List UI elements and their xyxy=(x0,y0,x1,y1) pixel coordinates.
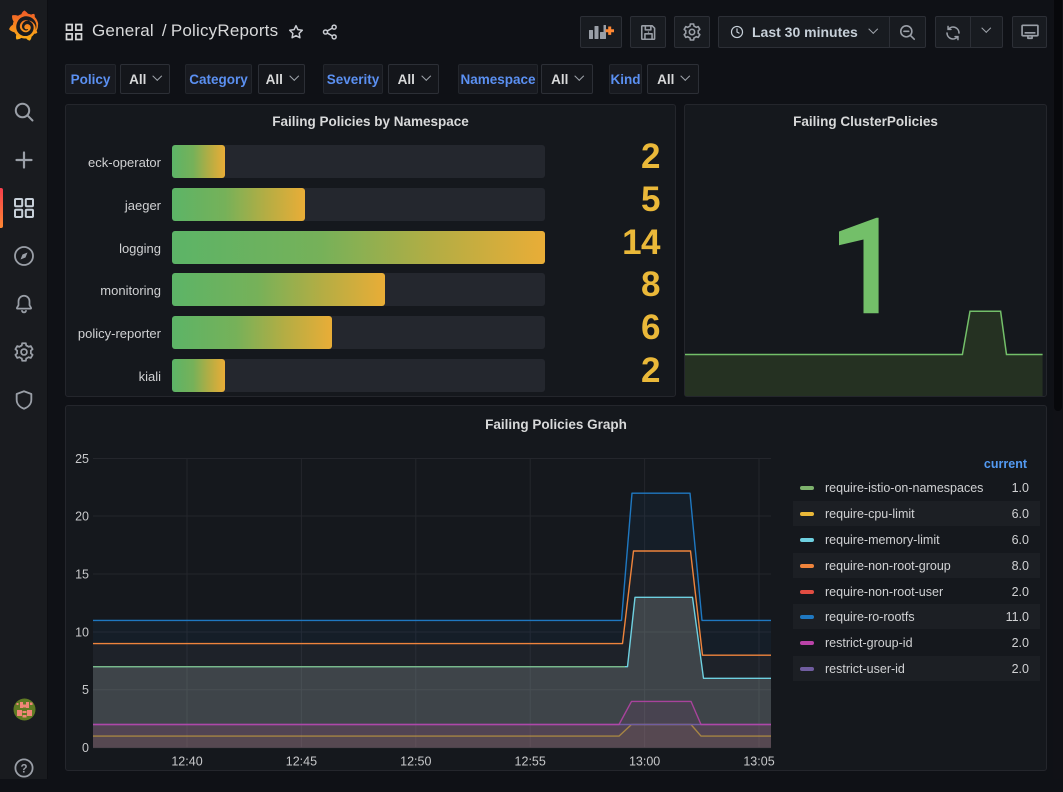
svg-text:5: 5 xyxy=(82,683,89,697)
svg-text:15: 15 xyxy=(75,568,89,582)
svg-text:13:05: 13:05 xyxy=(743,755,774,769)
svg-text:12:45: 12:45 xyxy=(286,755,317,769)
svg-text:25: 25 xyxy=(75,452,89,466)
svg-text:13:00: 13:00 xyxy=(629,755,660,769)
svg-text:12:55: 12:55 xyxy=(515,755,546,769)
svg-text:10: 10 xyxy=(75,626,89,640)
svg-text:?: ? xyxy=(20,763,27,775)
svg-text:12:40: 12:40 xyxy=(171,755,202,769)
svg-text:20: 20 xyxy=(75,510,89,524)
svg-text:0: 0 xyxy=(82,741,89,755)
svg-text:12:50: 12:50 xyxy=(400,755,431,769)
